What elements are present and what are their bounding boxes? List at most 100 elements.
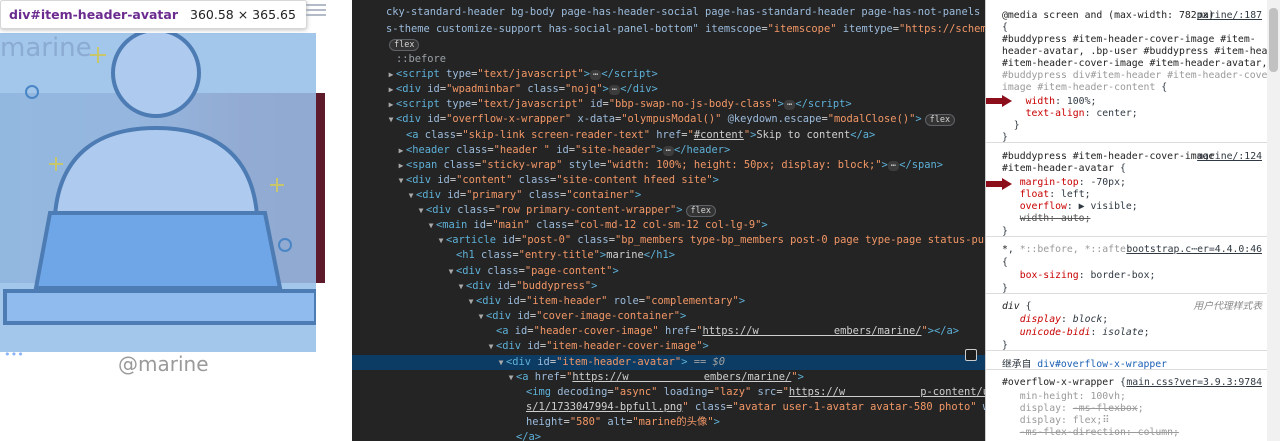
dom-node-line[interactable]: ▼ <div id="buddypress">: [352, 279, 985, 294]
dom-node-text: <div class="page-content">: [456, 265, 619, 277]
expand-toggle-icon[interactable]: ▼: [416, 203, 426, 218]
dom-node-line[interactable]: ▼ <div id="cover-image-container">: [352, 309, 985, 324]
expand-toggle-icon[interactable]: ▼: [506, 370, 516, 385]
style-rule-line[interactable]: unicode-bidi: isolate;: [986, 327, 1267, 339]
style-rule-line[interactable]: #buddypress div#item-header #item-header…: [986, 70, 1267, 82]
expand-toggle-icon[interactable]: ▼: [436, 233, 446, 248]
dom-node-line[interactable]: <a id="header-cover-image" href="https:/…: [352, 324, 985, 339]
expand-toggle-icon[interactable]: ▶: [386, 82, 396, 97]
style-source-link[interactable]: marine/:187: [1197, 10, 1262, 22]
dom-node-text: <script type="text/javascript" id="bbp-s…: [396, 98, 852, 110]
dom-node-line[interactable]: <a class="skip-link screen-reader-text" …: [352, 128, 985, 143]
style-rule-line[interactable]: display: block;: [986, 314, 1267, 326]
styles-panel[interactable]: @media screen and (max-width: 782px) mari…: [985, 0, 1267, 441]
dom-node-line[interactable]: ▶ <header class="header " id="site-header…: [352, 143, 985, 158]
style-rule-line[interactable]: *, *::before, *::after bootstrap.c⋯er=4.4…: [986, 244, 1267, 256]
style-rule-line[interactable]: image #item-header-content {: [986, 82, 1267, 94]
expand-toggle-icon[interactable]: ▼: [406, 188, 416, 203]
dom-node-text: cky-standard-header bg-body page-has-hea…: [386, 6, 985, 18]
style-rule-line[interactable]: display: -ms-flexbox;: [986, 403, 1267, 415]
dom-node-line[interactable]: ▼ <article id="post-0" class="bp_members …: [352, 233, 985, 248]
style-rule-line[interactable]: }: [986, 120, 1267, 132]
scrollbar-thumb[interactable]: [1269, 8, 1278, 72]
dom-node-text: height="580" alt="marine的头像">: [526, 416, 720, 428]
expand-toggle-icon[interactable]: ▼: [456, 279, 466, 294]
expand-toggle-icon[interactable]: ▼: [446, 264, 456, 279]
dom-node-line[interactable]: s/1/1733047994-bpfull.png" class="avatar…: [352, 400, 985, 415]
style-rule-line[interactable]: display: flex;⠿: [986, 415, 1267, 427]
expand-toggle-icon[interactable]: ▼: [486, 339, 496, 354]
dom-node-line[interactable]: </a>: [352, 430, 985, 441]
dom-node-line[interactable]: ▶ <div id="wpadminbar" class="nojq"> ⋯ </di…: [352, 82, 985, 97]
style-source-link[interactable]: marine/:124: [1197, 151, 1262, 163]
style-rule-line[interactable]: margin-top: -70px;: [986, 177, 1267, 189]
expand-toggle-icon[interactable]: ▶: [386, 97, 396, 112]
expand-toggle-icon[interactable]: ▼: [466, 294, 476, 309]
style-rule-line[interactable]: width: auto;: [986, 213, 1267, 225]
dom-node-line[interactable]: ▼ <div id="item-header" role="complementa…: [352, 294, 985, 309]
expand-toggle-icon[interactable]: ▼: [426, 218, 436, 233]
more-options-icon[interactable]: •••: [4, 348, 24, 361]
dom-node-line[interactable]: <h1 class="entry-title">marine</h1>: [352, 248, 985, 263]
style-rule-line[interactable]: #item-header-avatar {: [986, 163, 1267, 175]
dom-node-line[interactable]: ▶ <script type="text/javascript"> ⋯ </scrip…: [352, 67, 985, 82]
style-rule-line[interactable]: min-height: 100vh;: [986, 391, 1267, 403]
style-rule-text: #buddypress div#item-header #item-header…: [1002, 70, 1267, 81]
username-label: @marine: [118, 352, 209, 376]
expand-toggle-icon[interactable]: ▼: [386, 112, 396, 127]
elements-panel[interactable]: cky-standard-header bg-body page-has-hea…: [352, 0, 985, 441]
style-rule-line[interactable]: overflow: ▶ visible;: [986, 201, 1267, 213]
style-rule-line[interactable]: #buddypress #item-header-cover-image mari…: [986, 151, 1267, 163]
style-rule-line[interactable]: header-avatar, .bp-user #buddypress #ite…: [986, 46, 1267, 58]
dom-node-line[interactable]: ▼ <div class="page-content">: [352, 264, 985, 279]
hamburger-icon[interactable]: [306, 3, 326, 17]
style-rule-line[interactable]: box-sizing: border-box;: [986, 270, 1267, 282]
style-rule-line[interactable]: #buddypress #item-header-cover-image #it…: [986, 34, 1267, 46]
dom-node-line[interactable]: ▼ <div id="item-header-cover-image">: [352, 339, 985, 354]
dom-node-line[interactable]: ▼ <div id="content" class="site-content h…: [352, 173, 985, 188]
expand-toggle-icon[interactable]: ▶: [386, 67, 396, 82]
copy-icon[interactable]: [965, 349, 977, 361]
style-source-link[interactable]: main.css?ver=3.9.3:9784: [1126, 377, 1262, 389]
expand-toggle-icon[interactable]: ▶: [396, 158, 406, 173]
dom-node-line[interactable]: flex: [352, 37, 985, 52]
expand-toggle-icon[interactable]: ▼: [396, 173, 406, 188]
dom-node-text: <div id="content" class="site-content hf…: [406, 174, 719, 186]
dom-node-line[interactable]: ::before: [352, 52, 985, 67]
dom-node-text: ::before: [396, 53, 447, 65]
rule-separator: [986, 369, 1267, 370]
style-rule-line[interactable]: width: 100%;: [986, 96, 1267, 108]
style-rule-line[interactable]: {: [986, 257, 1267, 269]
style-rule-text: display: -ms-flexbox;: [1019, 403, 1144, 414]
style-rule-line[interactable]: #item-header-cover-image #item-header-av…: [986, 58, 1267, 70]
dom-node-line[interactable]: ▼ <div class="row primary-content-wrapper…: [352, 203, 985, 218]
expand-toggle-icon[interactable]: ▶: [396, 143, 406, 158]
style-rule-line[interactable]: @media screen and (max-width: 782px) mari…: [986, 10, 1267, 22]
dom-node-line[interactable]: ▼ <main id="main" class="col-md-12 col-sm…: [352, 218, 985, 233]
style-source-link[interactable]: bootstrap.c⋯er=4.4.0:46: [1126, 244, 1262, 256]
dom-node-text: <img decoding="async" loading="lazy" src…: [526, 386, 985, 398]
dom-node-line[interactable]: ▼ <div id="overflow-x-wrapper" x-data="ol…: [352, 112, 985, 127]
dom-node-line[interactable]: ▼ <a href="https://w embers/marine/">: [352, 370, 985, 385]
style-rule-line[interactable]: #overflow-x-wrapper {main.css?ver=3.9.3:…: [986, 377, 1267, 389]
style-rule-line[interactable]: div {用户代理样式表: [986, 301, 1267, 313]
dom-node-line[interactable]: ▼ <div id="primary" class="container">: [352, 188, 985, 203]
style-rule-line[interactable]: text-align: center;: [986, 108, 1267, 120]
dom-node-line[interactable]: s-theme customize-support has-social-pan…: [352, 22, 985, 37]
style-rule-text: text-align: center;: [1025, 108, 1138, 119]
dom-node-line[interactable]: <img decoding="async" loading="lazy" src…: [352, 385, 985, 400]
style-rule-line[interactable]: -ms-flex-direction: column;: [986, 427, 1267, 439]
selected-dom-node[interactable]: ▼ <div id="item-header-avatar"> == $0: [352, 355, 985, 370]
expand-toggle-icon[interactable]: ▼: [476, 309, 486, 324]
inspect-tooltip: div#item-header-avatar 360.58 × 365.65: [0, 0, 307, 29]
style-rule-line[interactable]: float: left;: [986, 189, 1267, 201]
dom-node-line[interactable]: cky-standard-header bg-body page-has-hea…: [352, 5, 985, 20]
dom-node-line[interactable]: ▶ <script type="text/javascript" id="bbp-…: [352, 97, 985, 112]
expand-toggle-icon[interactable]: ▼: [496, 355, 506, 370]
style-rule-text: @media screen and (max-width: 782px): [1002, 10, 1215, 21]
dom-node-line[interactable]: ▶ <span class="sticky-wrap" style="width:…: [352, 158, 985, 173]
dom-node-text: <main id="main" class="col-md-12 col-sm-…: [436, 219, 768, 231]
dom-node-line[interactable]: height="580" alt="marine的头像">: [352, 415, 985, 430]
style-rule-line[interactable]: {: [986, 22, 1267, 34]
style-rule-text: display: flex;⠿: [1019, 415, 1110, 426]
